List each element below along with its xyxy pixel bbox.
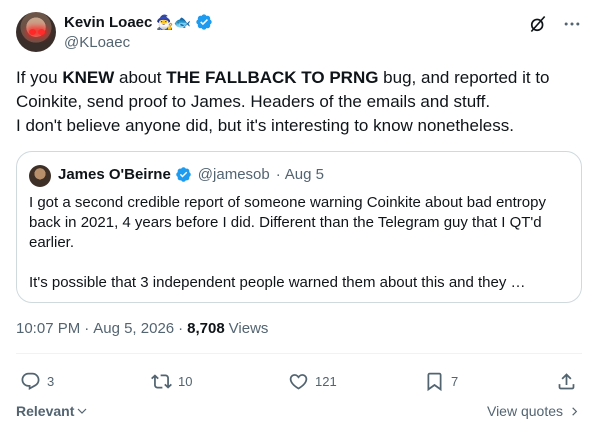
grok-icon[interactable] bbox=[528, 14, 548, 34]
verified-badge-icon bbox=[196, 14, 212, 30]
like-button[interactable]: 121 bbox=[288, 366, 337, 396]
views-count: 8,708 bbox=[187, 320, 225, 337]
author-name-row: Kevin Loaec 🧙‍♂️🐟 bbox=[64, 13, 213, 31]
reply-count: 3 bbox=[47, 373, 55, 389]
action-bar: 3 10 121 7 bbox=[16, 366, 582, 396]
repost-button[interactable]: 10 bbox=[151, 366, 192, 396]
tweet: Kevin Loaec 🧙‍♂️🐟 @KLoaec If you KNEW ab… bbox=[0, 0, 598, 433]
more-icon[interactable] bbox=[562, 14, 582, 34]
meta-separator: · bbox=[178, 320, 184, 337]
tweet-text-segment: If you bbox=[16, 68, 63, 87]
tweet-time[interactable]: 10:07 PM bbox=[16, 320, 80, 337]
quoted-tweet[interactable]: James O'Beirne @jamesob · Aug 5 I got a … bbox=[16, 151, 582, 303]
quote-display-name[interactable]: James O'Beirne bbox=[58, 166, 171, 183]
reply-icon bbox=[21, 372, 40, 390]
tweet-text-bold: THE FALLBACK TO PRNG bbox=[166, 68, 379, 87]
chevron-right-icon bbox=[572, 406, 578, 416]
repost-icon bbox=[151, 373, 172, 389]
author-display-name[interactable]: Kevin Loaec bbox=[64, 14, 152, 31]
quote-avatar[interactable] bbox=[29, 165, 51, 187]
author-emoji: 🧙‍♂️🐟 bbox=[156, 14, 192, 30]
view-quotes-label: View quotes bbox=[486, 403, 563, 419]
quote-handle[interactable]: @jamesob bbox=[198, 166, 270, 183]
repost-count: 10 bbox=[178, 373, 193, 389]
verified-badge-icon bbox=[176, 167, 191, 182]
tweet-text-line: I don't believe anyone did, but it's int… bbox=[16, 116, 514, 135]
quote-header: James O'Beirne @jamesob · Aug 5 bbox=[58, 166, 324, 183]
tweet-top-actions bbox=[528, 14, 582, 34]
quote-paragraph: I got a second credible report of someon… bbox=[29, 194, 546, 251]
share-button[interactable] bbox=[556, 366, 577, 396]
divider bbox=[16, 353, 582, 354]
reply-button[interactable]: 3 bbox=[20, 366, 54, 396]
bookmark-count: 7 bbox=[451, 373, 459, 389]
tweet-text-segment: about bbox=[114, 68, 167, 87]
chevron-down-icon bbox=[77, 408, 87, 414]
bookmark-icon bbox=[427, 372, 442, 391]
bookmark-button[interactable]: 7 bbox=[424, 366, 458, 396]
sort-label: Relevant bbox=[16, 403, 75, 419]
meta-separator: · bbox=[84, 320, 90, 337]
quote-text: I got a second credible report of someon… bbox=[29, 193, 569, 293]
like-count: 121 bbox=[315, 373, 337, 389]
tweet-text-bold: KNEW bbox=[62, 68, 115, 87]
quote-separator: · bbox=[275, 166, 281, 183]
sort-replies-button[interactable]: Relevant bbox=[16, 403, 88, 419]
tweet-date[interactable]: Aug 5, 2026 bbox=[93, 320, 174, 337]
views-label: Views bbox=[228, 320, 269, 337]
view-quotes-link[interactable]: View quotes bbox=[487, 403, 580, 419]
quote-paragraph: It's possible that 3 independent people … bbox=[29, 274, 526, 291]
share-icon bbox=[558, 372, 575, 389]
tweet-meta: 10:07 PM · Aug 5, 2026 · 8,708 Views bbox=[16, 320, 268, 337]
avatar[interactable] bbox=[16, 12, 56, 52]
like-icon bbox=[289, 373, 308, 390]
tweet-text: If you KNEW about THE FALLBACK TO PRNG b… bbox=[16, 66, 582, 138]
quote-date[interactable]: Aug 5 bbox=[285, 166, 324, 183]
author-handle[interactable]: @KLoaec bbox=[64, 34, 130, 51]
